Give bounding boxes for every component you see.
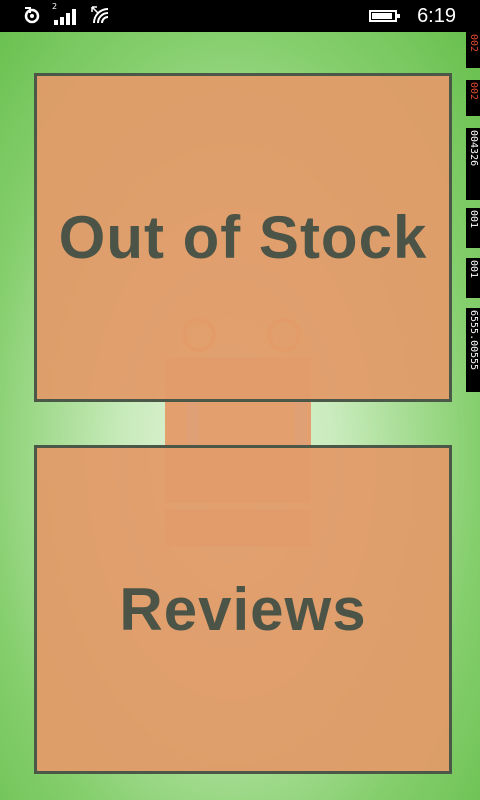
reviews-tile[interactable]: Reviews bbox=[34, 445, 452, 774]
status-time: 6:19 bbox=[417, 5, 456, 27]
out-of-stock-label: Out of Stock bbox=[58, 204, 428, 271]
memory-counter: 004326 bbox=[466, 128, 480, 200]
frame-counter: 002 bbox=[466, 80, 480, 116]
texture-counter: 001 bbox=[466, 258, 480, 298]
sim-number: 2 bbox=[52, 2, 58, 11]
fill-rate-counter: 6555.00555 bbox=[466, 308, 480, 392]
frame-counter: 002 bbox=[466, 32, 480, 68]
out-of-stock-tile[interactable]: Out of Stock bbox=[34, 73, 452, 402]
wifi-icon bbox=[91, 6, 109, 24]
surface-counter: 001 bbox=[466, 208, 480, 248]
signal-strength-icon: 2 bbox=[52, 2, 80, 25]
status-left: 2 bbox=[22, 2, 110, 25]
reviews-label: Reviews bbox=[119, 576, 367, 643]
sync-icon bbox=[24, 7, 40, 24]
battery-icon bbox=[369, 10, 401, 22]
status-bar: 2 6:19 bbox=[0, 0, 480, 32]
status-right: 6:19 bbox=[369, 5, 456, 27]
